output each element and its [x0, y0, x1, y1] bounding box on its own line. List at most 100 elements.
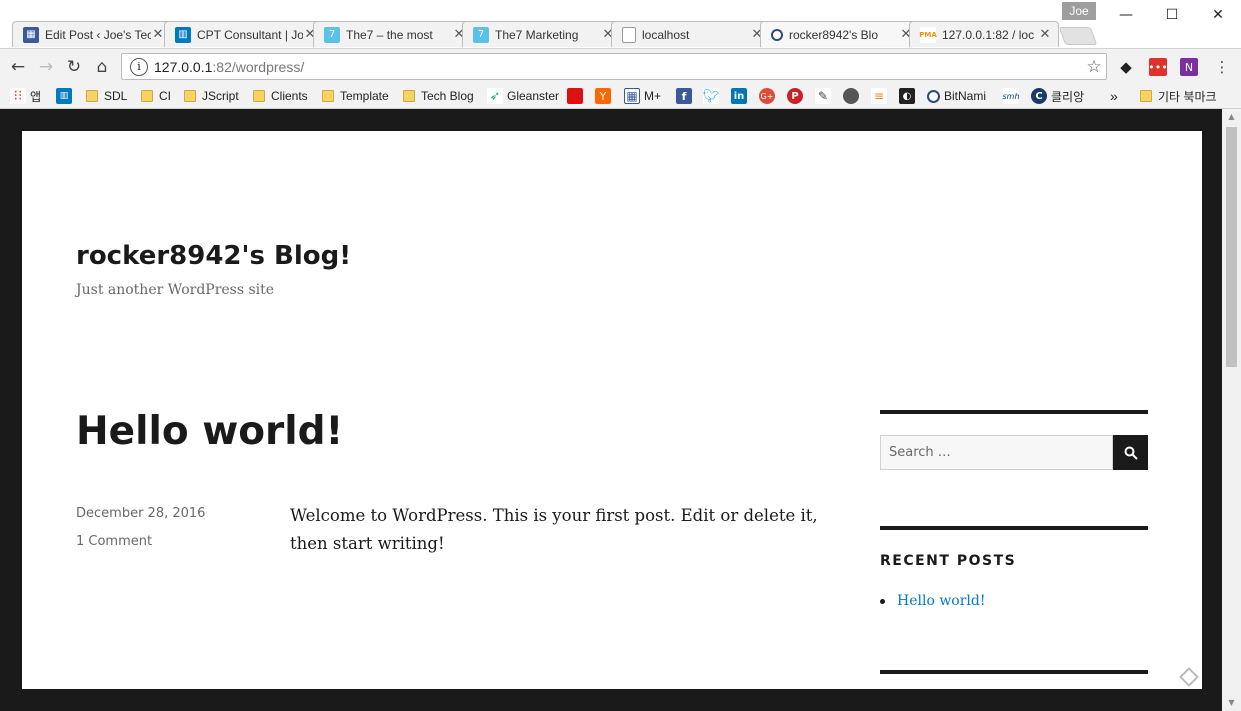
grid-icon: ▦	[624, 88, 640, 104]
maximize-icon[interactable]: ☐	[1149, 0, 1195, 30]
list-bullet	[880, 598, 885, 604]
back-icon[interactable]: ←	[6, 55, 30, 79]
twitter-icon: 🐦︎	[702, 88, 720, 104]
post-content: Welcome to WordPress. This is your first…	[290, 506, 818, 553]
url-text[interactable]: 127.0.0.1:82/wordpress/	[154, 59, 1082, 75]
window-close-icon[interactable]: ✕	[1195, 0, 1241, 30]
tab-cpt-consultant[interactable]: ▥ CPT Consultant | Joe ✕	[164, 21, 324, 47]
bookmark-folder-tech-blog[interactable]: Tech Blog	[403, 87, 474, 105]
bookmark-stackoverflow[interactable]: ≡	[871, 87, 891, 105]
bookmark-trello[interactable]: ▥	[56, 87, 76, 105]
home-icon[interactable]: ⌂	[90, 55, 114, 79]
layers-extension-icon[interactable]: ◆	[1117, 58, 1135, 76]
search-button[interactable]	[1113, 435, 1148, 470]
profile-button[interactable]: Joe	[1062, 2, 1096, 20]
bookmark-dark-circle[interactable]	[843, 87, 863, 105]
bookmark-gleanster[interactable]: ➶ Gleanster	[487, 87, 559, 105]
url-host: 127.0.0.1	[154, 58, 213, 75]
tab-localhost[interactable]: localhost ✕	[611, 21, 771, 47]
clien-icon: C	[1031, 88, 1047, 104]
bookmark-clien[interactable]: C 클리앙	[1031, 87, 1084, 105]
post-title[interactable]: Hello world!	[76, 409, 343, 454]
bookmark-linkedin[interactable]: in	[731, 87, 751, 105]
widget-divider	[880, 670, 1148, 674]
bitnami-icon	[771, 28, 783, 41]
widget-divider	[880, 526, 1148, 530]
site-title[interactable]: rocker8942's Blog!	[76, 241, 351, 271]
pinterest-icon: P	[787, 88, 803, 104]
dark-circle-icon	[843, 88, 859, 104]
bookmarks-overflow-chevron-icon[interactable]: »	[1110, 87, 1118, 105]
phpmyadmin-icon: PMA	[919, 26, 937, 43]
page-icon	[622, 26, 636, 43]
recent-posts-title: RECENT POSTS	[880, 553, 1017, 569]
tab-edit-post[interactable]: ▦ Edit Post ‹ Joe's Tec ✕	[12, 21, 172, 47]
search-input[interactable]: Search …	[880, 435, 1113, 470]
bookmark-google-plus[interactable]: G+	[759, 87, 779, 105]
bookmark-pen[interactable]: ✎	[815, 87, 835, 105]
folder-icon	[322, 90, 334, 102]
scroll-up-arrow-icon[interactable]: ▲	[1222, 109, 1241, 125]
google-plus-icon: G+	[759, 88, 775, 104]
bookmark-twitter[interactable]: 🐦︎	[703, 87, 723, 105]
forward-icon[interactable]: →	[34, 55, 58, 79]
tab-title: rocker8942's Blo	[789, 27, 879, 42]
minimize-icon[interactable]: —	[1103, 0, 1149, 30]
gleanster-icon: ➶	[487, 88, 503, 104]
bookmark-facebook[interactable]: f	[676, 87, 696, 105]
bookmark-folder-other[interactable]: 기타 북마크	[1140, 87, 1217, 105]
reload-icon[interactable]: ↻	[62, 55, 86, 79]
the7-icon: 7	[324, 26, 340, 43]
close-icon[interactable]: ✕	[151, 27, 165, 42]
smh-icon: smh	[1002, 88, 1020, 104]
lastpass-extension-icon[interactable]: •••	[1148, 58, 1168, 76]
bookmark-smh[interactable]: smh	[1002, 87, 1023, 105]
grid-icon: ▦	[23, 26, 39, 43]
y-combinator-icon: Y	[595, 88, 611, 104]
bookmark-star-icon[interactable]: ☆	[1082, 57, 1106, 77]
trello-icon: ▥	[175, 26, 191, 43]
menu-kebab-icon[interactable]: ⋮	[1213, 58, 1231, 76]
url-path: :82/wordpress/	[212, 58, 305, 75]
bookmark-folder-ci[interactable]: CI	[141, 87, 171, 105]
facebook-icon: f	[676, 88, 692, 104]
bookmark-folder-template[interactable]: Template	[322, 87, 389, 105]
vertical-scrollbar[interactable]: ▲ ▼	[1222, 109, 1241, 711]
recent-post-link[interactable]: Hello world!	[897, 593, 986, 609]
tab-rocker-blog[interactable]: rocker8942's Blo ✕	[760, 21, 920, 47]
tab-the7-marketing[interactable]: 7 The7 Marketing ✕	[462, 21, 622, 47]
folder-icon	[253, 90, 265, 102]
bookmark-codepen[interactable]: ◐	[899, 87, 919, 105]
bookmark-pinterest[interactable]: P	[787, 87, 807, 105]
wordpress-page: rocker8942's Blog! Just another WordPres…	[22, 131, 1202, 689]
feedback-diamond-icon[interactable]	[1178, 666, 1200, 688]
close-icon[interactable]: ✕	[1038, 27, 1052, 42]
new-tab-button[interactable]	[1058, 27, 1098, 45]
address-bar[interactable]: i 127.0.0.1:82/wordpress/ ☆	[121, 53, 1107, 80]
folder-icon	[86, 90, 98, 102]
bookmark-hacker-news[interactable]: Y	[595, 87, 615, 105]
scroll-down-arrow-icon[interactable]: ▼	[1222, 695, 1241, 711]
bookmark-red-square[interactable]	[567, 87, 587, 105]
tab-phpmyadmin[interactable]: PMA 127.0.0.1:82 / loc ✕	[909, 21, 1059, 47]
stackoverflow-icon: ≡	[871, 88, 887, 104]
bookmark-folder-jscript[interactable]: JScript	[184, 87, 239, 105]
bookmark-m-plus[interactable]: ▦ M+	[624, 87, 661, 105]
onenote-extension-icon[interactable]: N	[1180, 58, 1198, 76]
scrollbar-thumb[interactable]	[1226, 127, 1237, 367]
bookmark-apps[interactable]: ⁝⁝ 앱	[10, 87, 41, 105]
info-icon[interactable]: i	[130, 57, 148, 76]
tab-the7[interactable]: 7 The7 – the most ✕	[313, 21, 473, 47]
post-comments-link[interactable]: 1 Comment	[76, 534, 152, 549]
tab-title: Edit Post ‹ Joe's Tec	[45, 27, 151, 42]
pen-icon: ✎	[815, 88, 831, 104]
codepen-icon: ◐	[899, 88, 915, 104]
bookmarks-bar: ⁝⁝ 앱 ▥ SDL CI JScript Clients Template T…	[0, 84, 1241, 109]
bookmark-folder-sdl[interactable]: SDL	[86, 87, 127, 105]
recent-post-item[interactable]: Hello world!	[880, 593, 986, 609]
bookmark-folder-clients[interactable]: Clients	[253, 87, 308, 105]
apps-grid-icon: ⁝⁝	[10, 88, 26, 104]
bookmark-bitnami[interactable]: BitNami	[927, 87, 986, 105]
post-date[interactable]: December 28, 2016	[76, 506, 205, 521]
linkedin-icon: in	[731, 88, 747, 104]
